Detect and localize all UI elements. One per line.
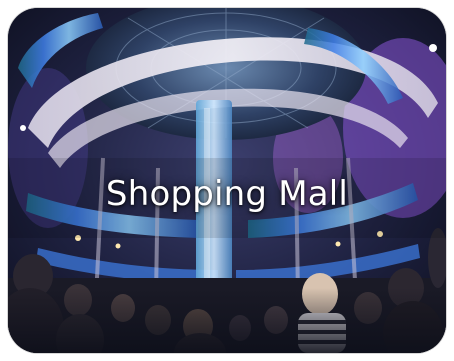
shopping-mall-tile[interactable]: Shopping Mall [8, 8, 446, 353]
tile-label: Shopping Mall [105, 174, 349, 214]
